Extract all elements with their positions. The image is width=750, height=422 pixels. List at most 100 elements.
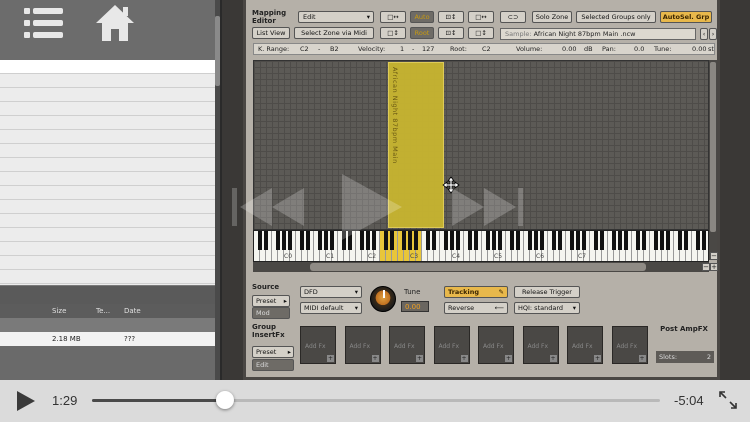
reverse-button[interactable]: Reverse ⟵ xyxy=(444,302,508,314)
root-value[interactable]: C2 xyxy=(482,44,491,54)
scrollbar-thumb[interactable] xyxy=(710,62,716,232)
autosel-grp-button[interactable]: AutoSel. Grp xyxy=(660,11,712,23)
insert-fx-slot[interactable]: Add Fx + xyxy=(433,326,470,364)
list-item[interactable] xyxy=(0,186,215,200)
list-item[interactable] xyxy=(0,270,215,284)
black-key[interactable] xyxy=(654,231,658,250)
pan-value[interactable]: 0.0 xyxy=(634,44,644,54)
list-item[interactable] xyxy=(0,102,215,116)
black-key[interactable] xyxy=(642,231,646,250)
add-fx-plus-icon[interactable]: + xyxy=(327,355,334,362)
dfd-dropdown[interactable]: DFD ▾ xyxy=(300,286,362,298)
pane-divider[interactable] xyxy=(0,286,215,304)
sample-next-button[interactable]: › xyxy=(709,28,717,40)
tune-value[interactable]: 0.00 xyxy=(692,44,706,54)
left-scrollbar[interactable] xyxy=(215,0,220,380)
black-key[interactable] xyxy=(570,231,574,250)
list-item[interactable] xyxy=(0,88,215,102)
black-key[interactable] xyxy=(618,231,622,250)
insertfx-edit-tab[interactable]: Edit xyxy=(252,359,294,371)
slots-field[interactable]: Slots: 2 xyxy=(656,351,714,363)
grid-vertical-scrollbar[interactable] xyxy=(709,60,717,260)
add-fx-plus-icon[interactable]: + xyxy=(549,355,557,362)
zone-align-button[interactable]: ⊡↕ xyxy=(438,11,464,23)
velocity-low[interactable]: 1 xyxy=(400,44,404,54)
selected-groups-only-button[interactable]: Selected Groups only xyxy=(576,11,656,23)
velocity-high[interactable]: 127 xyxy=(422,44,434,54)
tune-value-display[interactable]: 0.00 xyxy=(401,301,429,312)
k-range-high[interactable]: B2 xyxy=(330,44,339,54)
black-key[interactable] xyxy=(678,231,682,250)
black-key[interactable] xyxy=(612,231,616,250)
insertfx-preset-dropdown[interactable]: Preset ▸ xyxy=(252,346,294,358)
add-fx-plus-icon[interactable]: + xyxy=(416,355,423,362)
add-fx-plus-icon[interactable]: + xyxy=(594,355,601,362)
playback-track[interactable] xyxy=(92,399,660,402)
list-item[interactable] xyxy=(0,256,215,270)
list-item[interactable] xyxy=(0,130,215,144)
zone-align-vertical-button[interactable]: ⊡↕ xyxy=(438,27,464,39)
black-key[interactable] xyxy=(636,231,640,250)
list-item[interactable] xyxy=(0,158,215,172)
add-fx-plus-icon[interactable]: + xyxy=(638,355,646,362)
insert-fx-slot[interactable]: Add Fx + xyxy=(522,326,559,364)
insert-fx-slot[interactable]: Add Fx + xyxy=(478,326,514,364)
insert-fx-slot[interactable]: Add Fx + xyxy=(344,326,381,364)
zone-move-button[interactable]: □↔ xyxy=(468,11,494,23)
list-item[interactable] xyxy=(0,242,215,256)
zone-size-horizontal-button[interactable]: □↔ xyxy=(380,11,406,23)
black-key[interactable] xyxy=(624,231,628,250)
black-key[interactable] xyxy=(696,231,700,250)
zoom-in-button[interactable]: + xyxy=(710,263,718,271)
column-type[interactable]: Te... xyxy=(96,307,110,315)
select-zone-midi-button[interactable]: Select Zone via Midi xyxy=(294,27,374,39)
column-date[interactable]: Date xyxy=(124,307,141,315)
black-key[interactable] xyxy=(600,231,604,250)
black-key[interactable] xyxy=(558,231,562,250)
zone-size-vertical-button[interactable]: □↕ xyxy=(380,27,406,39)
table-row[interactable]: 2.18 MB ??? xyxy=(0,332,215,346)
solo-zone-button[interactable]: Solo Zone xyxy=(532,11,572,23)
list-item[interactable] xyxy=(0,144,215,158)
sample-field[interactable]: Sample: African Night 87bpm Main .ncw xyxy=(500,28,696,40)
black-key[interactable] xyxy=(552,231,556,250)
list-item[interactable] xyxy=(0,74,215,88)
source-mod-tab[interactable]: Mod xyxy=(252,307,290,319)
black-key[interactable] xyxy=(582,231,586,250)
source-preset-dropdown[interactable]: Preset ▸ xyxy=(252,295,290,307)
play-icon[interactable] xyxy=(14,390,36,412)
insert-fx-slot[interactable]: Add Fx + xyxy=(611,326,648,364)
add-fx-plus-icon[interactable]: + xyxy=(371,355,379,362)
link-button[interactable]: ⊂⊃ xyxy=(500,11,526,23)
zone-move-vertical-button[interactable]: □↕ xyxy=(468,27,494,39)
zoom-out-horizontal-button[interactable]: − xyxy=(702,263,710,271)
black-key[interactable] xyxy=(594,231,598,250)
list-item[interactable] xyxy=(0,60,215,74)
insert-fx-slot[interactable]: Add Fx + xyxy=(300,326,336,364)
add-fx-plus-icon[interactable]: + xyxy=(505,355,512,362)
insert-fx-slot[interactable]: Add Fx + xyxy=(567,326,603,364)
black-key[interactable] xyxy=(540,231,544,250)
black-key[interactable] xyxy=(576,231,580,250)
tracking-button[interactable]: Tracking ✎ xyxy=(444,286,508,298)
tune-knob[interactable] xyxy=(370,286,396,312)
list-item[interactable] xyxy=(0,200,215,214)
black-key[interactable] xyxy=(666,231,670,250)
column-size[interactable]: Size xyxy=(52,307,66,315)
black-key[interactable] xyxy=(702,231,706,250)
release-trigger-button[interactable]: Release Trigger xyxy=(514,286,580,298)
list-item[interactable] xyxy=(0,228,215,242)
list-item[interactable] xyxy=(0,172,215,186)
zoom-out-button[interactable]: − xyxy=(710,252,718,260)
list-item[interactable] xyxy=(0,116,215,130)
black-key[interactable] xyxy=(660,231,664,250)
volume-value[interactable]: 0.00 xyxy=(562,44,576,54)
keyboard-scrollbar-thumb[interactable] xyxy=(310,263,646,271)
fullscreen-icon[interactable] xyxy=(718,390,738,410)
insert-fx-slot[interactable]: Add Fx + xyxy=(389,326,425,364)
add-fx-plus-icon[interactable]: + xyxy=(460,355,468,362)
sample-prev-button[interactable]: ‹ xyxy=(700,28,708,40)
list-menu-icon[interactable] xyxy=(24,6,64,40)
black-key[interactable] xyxy=(684,231,688,250)
black-key[interactable] xyxy=(528,231,532,250)
